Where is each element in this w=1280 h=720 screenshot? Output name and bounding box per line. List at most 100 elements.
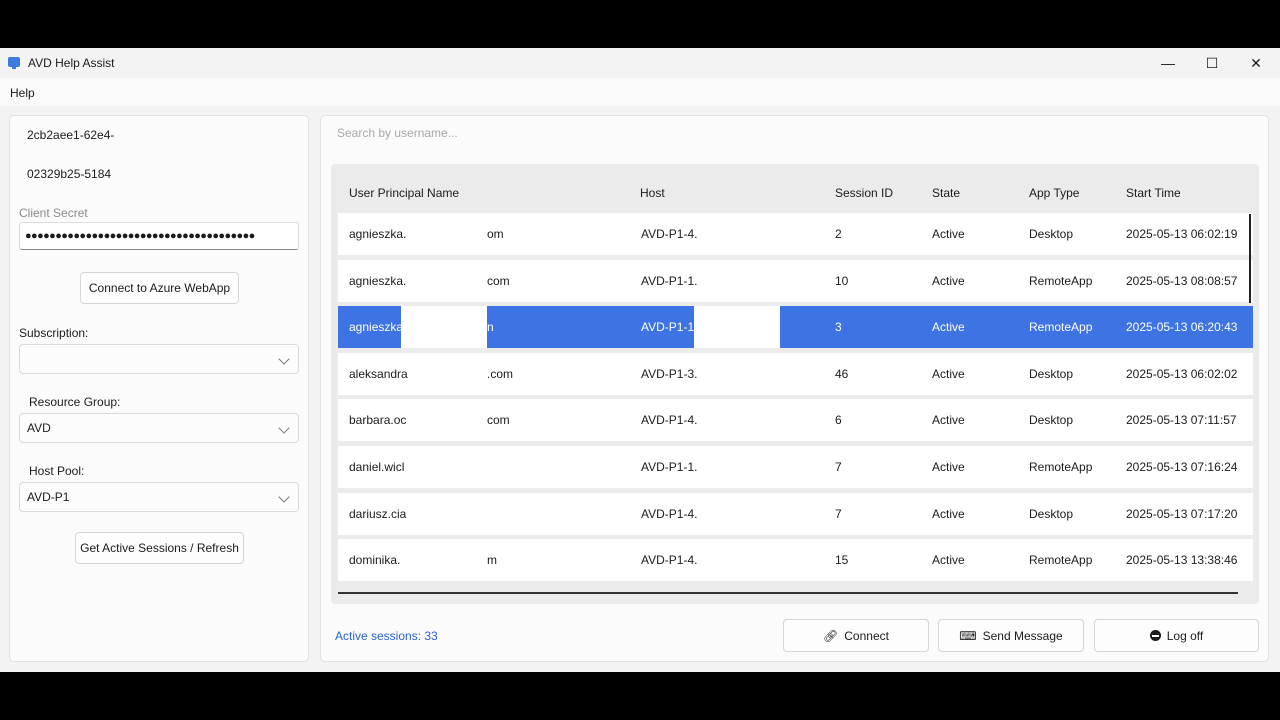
cell-upn: daniel.wicl (349, 460, 405, 474)
cell-start-time: 2025-05-13 08:08:57 (1126, 273, 1238, 288)
cell-start-time: 2025-05-13 07:17:20 (1126, 506, 1238, 521)
subscription-select[interactable] (19, 344, 299, 374)
cell-start-time: 2025-05-13 07:11:57 (1126, 413, 1237, 428)
cell-state: Active (932, 506, 965, 521)
send-message-button[interactable]: ⌨ Send Message (938, 619, 1084, 652)
redaction-block (694, 306, 780, 349)
cell-session-id: 15 (835, 553, 849, 568)
app-monitor-icon (8, 57, 20, 69)
redaction-block (401, 399, 487, 442)
tenant-id-field[interactable]: 2cb2aee1-62e4- (27, 128, 114, 142)
cell-state: Active (932, 366, 965, 381)
cell-state: Active (932, 320, 965, 335)
cell-app-type: RemoteApp (1029, 320, 1093, 335)
redaction-block (401, 446, 487, 488)
table-row[interactable]: dariusz.cia AVD-P1-4. 7 Active Desktop 2025-0… (338, 492, 1253, 535)
resource-group-label: Resource Group: (29, 395, 121, 409)
column-header-app-type[interactable]: App Type (1029, 186, 1079, 200)
table-row[interactable]: dominika. m AVD-P1-4. 15 Active RemoteApp 2025… (338, 539, 1253, 582)
cell-upn: dariusz.cia (349, 506, 407, 521)
cell-upn: aleksandra (349, 366, 408, 381)
cell-state: Active (932, 553, 965, 568)
cell-start-time: 2025-05-13 06:20:43 (1126, 320, 1238, 335)
cell-start-time: 2025-05-13 13:38:46 (1126, 553, 1238, 568)
client-id-field[interactable]: 02329b25-5184 (27, 167, 111, 181)
redaction-block (401, 352, 487, 395)
close-button[interactable]: ✕ (1234, 48, 1278, 78)
cell-upn: agnieszka. (349, 273, 407, 288)
chevron-down-icon (278, 353, 290, 365)
table-row[interactable]: daniel.wicl AVD-P1-1. 7 Active RemoteApp 2025… (338, 446, 1253, 488)
redaction-block (401, 213, 487, 255)
title-bar: AVD Help Assist — ☐ ✕ (0, 48, 1280, 78)
cell-host: AVD-P1-4. (641, 506, 698, 521)
search-input[interactable]: Search by username... (337, 126, 458, 140)
cell-host: AVD-P1-1. (641, 460, 698, 474)
cell-upn: dominika. (349, 553, 401, 568)
active-sessions-count: Active sessions: 33 (335, 629, 438, 643)
cell-host: AVD-P1-4. (641, 553, 698, 568)
cell-session-id: 2 (835, 227, 842, 241)
resource-group-value: AVD (27, 421, 51, 435)
redaction-block (694, 492, 780, 535)
column-header-session-id[interactable]: Session ID (835, 186, 893, 200)
cell-upn: barbara.oc (349, 413, 407, 428)
cell-upn-domain: com (487, 273, 510, 288)
cell-host: AVD-P1-1. (641, 273, 698, 288)
cell-host: AVD-P1-4. (641, 227, 698, 241)
horizontal-scrollbar[interactable] (338, 592, 1238, 594)
keyboard-icon: ⌨ (959, 628, 977, 643)
table-row[interactable]: agnieszka. n AVD-P1-1. 3 Active RemoteApp 2025… (338, 306, 1253, 349)
table-row[interactable]: agnieszka. com AVD-P1-1. 10 Active RemoteApp 2… (338, 259, 1253, 302)
connect-button[interactable]: 🔗︎ Connect (783, 619, 929, 652)
redaction-block (401, 492, 487, 535)
cell-upn: agnieszka. (349, 320, 407, 335)
connect-label: Connect (844, 628, 889, 643)
column-header-host[interactable]: Host (640, 186, 665, 200)
host-pool-label: Host Pool: (29, 464, 85, 478)
menu-help[interactable]: Help (10, 86, 35, 100)
cell-state: Active (932, 413, 965, 428)
log-off-button[interactable]: Log off (1094, 619, 1259, 652)
cell-start-time: 2025-05-13 06:02:02 (1126, 366, 1238, 381)
minimize-button[interactable]: — (1146, 48, 1190, 78)
cell-session-id: 46 (835, 366, 849, 381)
redaction-block (694, 399, 780, 442)
menu-bar: Help (0, 78, 1280, 106)
redaction-block (694, 352, 780, 395)
column-header-state[interactable]: State (932, 186, 960, 200)
redaction-block (694, 446, 780, 488)
table-row[interactable]: barbara.oc com AVD-P1-4. 6 Active Desktop 2025… (338, 399, 1253, 442)
redaction-block (401, 259, 487, 302)
cell-state: Active (932, 460, 965, 474)
client-secret-label: Client Secret (19, 206, 88, 220)
cell-session-id: 7 (835, 460, 842, 474)
cell-upn-domain: com (487, 413, 510, 428)
cell-start-time: 2025-05-13 07:16:24 (1126, 460, 1238, 474)
subscription-label: Subscription: (19, 326, 89, 340)
table-row[interactable]: aleksandra .com AVD-P1-3. 46 Active Desktop 20… (338, 352, 1253, 395)
column-header-start-time[interactable]: Start Time (1126, 186, 1181, 200)
chevron-down-icon (278, 422, 290, 434)
cell-session-id: 3 (835, 320, 842, 335)
maximize-button[interactable]: ☐ (1190, 48, 1234, 78)
host-pool-select[interactable]: AVD-P1 (19, 482, 299, 512)
cell-start-time: 2025-05-13 06:02:19 (1126, 227, 1238, 241)
client-secret-input[interactable]: ●●●●●●●●●●●●●●●●●●●●●●●●●●●●●●●●●●●●●● (19, 222, 299, 250)
chevron-down-icon (278, 491, 290, 503)
cell-upn: agnieszka. (349, 227, 407, 241)
resource-group-select[interactable]: AVD (19, 413, 299, 443)
column-header-upn[interactable]: User Principal Name (349, 186, 459, 200)
sessions-grid: User Principal Name Host Session ID Stat… (331, 164, 1259, 604)
table-row[interactable]: agnieszka. om AVD-P1-4. 2 Active Desktop 2025-… (338, 213, 1253, 255)
cell-upn-domain: m (487, 553, 497, 568)
vertical-scrollbar[interactable] (1249, 214, 1251, 303)
cell-app-type: Desktop (1029, 506, 1074, 521)
redaction-block (401, 539, 487, 582)
link-icon: 🔗︎ (823, 628, 839, 643)
get-sessions-button[interactable]: Get Active Sessions / Refresh (75, 532, 244, 564)
cell-host: AVD-P1-4. (641, 413, 698, 428)
connect-azure-button[interactable]: Connect to Azure WebApp (80, 272, 239, 304)
app-window: AVD Help Assist — ☐ ✕ Help 2cb2aee1-62e4… (0, 48, 1280, 672)
window-title: AVD Help Assist (28, 56, 115, 70)
